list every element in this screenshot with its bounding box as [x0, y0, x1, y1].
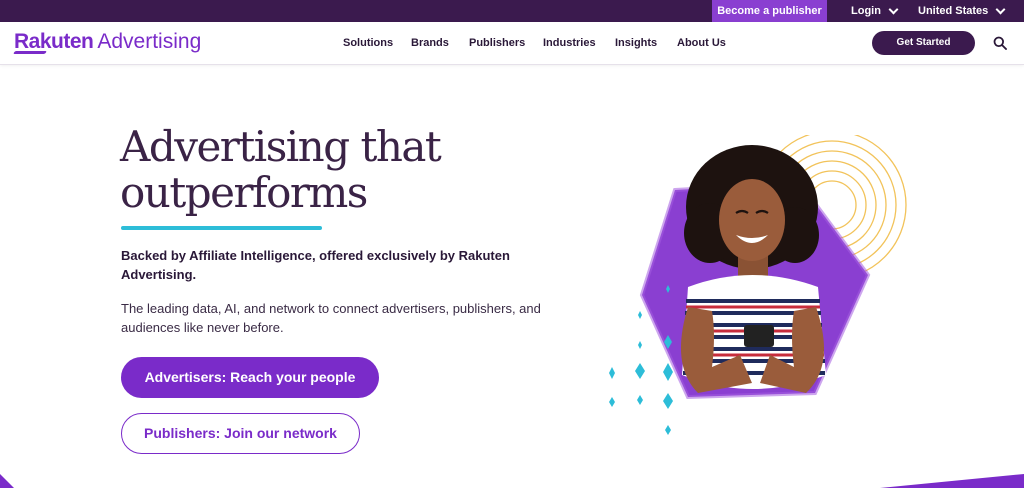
- become-publisher-link[interactable]: Become a publisher: [712, 0, 827, 22]
- logo-swoosh: [13, 51, 47, 54]
- title-underline: [121, 226, 322, 230]
- hero-description: The leading data, AI, and network to con…: [121, 301, 541, 335]
- person-face: [719, 179, 785, 261]
- main-nav: Rakuten Advertising Solutions Brands Publ…: [0, 22, 1024, 65]
- bottom-accent-decoration: [880, 474, 1024, 488]
- phone: [744, 325, 774, 347]
- search-icon[interactable]: [993, 36, 1007, 50]
- hero-title-line-1: Advertising that: [120, 122, 442, 171]
- corner-accent-decoration: [0, 474, 14, 488]
- logo-wordmark-bold: Rakuten: [14, 30, 94, 53]
- hero-title: Advertising that outperforms: [120, 122, 442, 217]
- login-label: Login: [851, 5, 881, 17]
- chevron-down-icon: [995, 4, 1006, 14]
- region-label: United States: [918, 5, 989, 17]
- nav-item-industries[interactable]: Industries: [543, 36, 596, 50]
- nav-item-brands[interactable]: Brands: [411, 36, 449, 50]
- get-started-button[interactable]: Get Started: [872, 31, 975, 55]
- region-selector[interactable]: United States: [918, 0, 1006, 22]
- hero-title-line-2: outperforms: [120, 168, 368, 217]
- nav-item-insights[interactable]: Insights: [615, 36, 657, 50]
- utility-bar: Become a publisher Login United States: [0, 0, 1024, 22]
- publishers-cta-button[interactable]: Publishers: Join our network: [121, 413, 360, 454]
- nav-item-about-us[interactable]: About Us: [677, 36, 726, 50]
- logo-wordmark-light: Advertising: [97, 30, 202, 53]
- login-menu[interactable]: Login: [851, 0, 899, 22]
- nav-item-publishers[interactable]: Publishers: [469, 36, 525, 50]
- chevron-down-icon: [888, 4, 899, 14]
- hero-lead: Backed by Affiliate Intelligence, offere…: [121, 248, 510, 282]
- advertisers-cta-button[interactable]: Advertisers: Reach your people: [121, 357, 379, 398]
- hero-illustration: [609, 135, 907, 440]
- nav-item-solutions[interactable]: Solutions: [343, 36, 393, 50]
